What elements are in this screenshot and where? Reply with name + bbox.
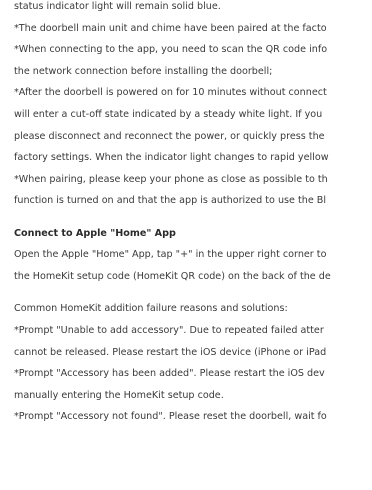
text-line: Common HomeKit addition failure reasons …	[14, 303, 288, 315]
text-line: function is turned on and that the app i…	[14, 195, 327, 207]
section-heading: Connect to Apple "Home" App	[14, 227, 176, 239]
text-line: *Prompt "Unable to add accessory". Due t…	[14, 324, 324, 336]
text-line: status indicator light will remain solid…	[14, 1, 221, 12]
text-line: will enter a cut-off state indicated by …	[14, 108, 323, 120]
text-line: please disconnect and reconnect the powe…	[14, 130, 325, 142]
text-line: the network connection before installing…	[14, 65, 273, 77]
text-line: *When pairing, please keep your phone as…	[14, 173, 328, 185]
text-line: the HomeKit setup code (HomeKit QR code)…	[14, 270, 331, 282]
text-line: *When connecting to the app, you need to…	[14, 44, 328, 56]
text-line: *Prompt "Accessory not found". Please re…	[14, 411, 327, 423]
text-line: manually entering the HomeKit setup code…	[14, 389, 224, 401]
document-body: status indicator light will remain solid…	[14, 0, 372, 428]
text-line: *The doorbell main unit and chime have b…	[14, 22, 327, 34]
text-line: factory settings. When the indicator lig…	[14, 152, 329, 164]
text-line: Open the Apple "Home" App, tap "+" in th…	[14, 249, 327, 261]
text-line: cannot be released. Please restart the i…	[14, 346, 327, 358]
text-line: *Prompt "Accessory has been added". Plea…	[14, 368, 325, 380]
text-line: *After the doorbell is powered on for 10…	[14, 87, 327, 99]
